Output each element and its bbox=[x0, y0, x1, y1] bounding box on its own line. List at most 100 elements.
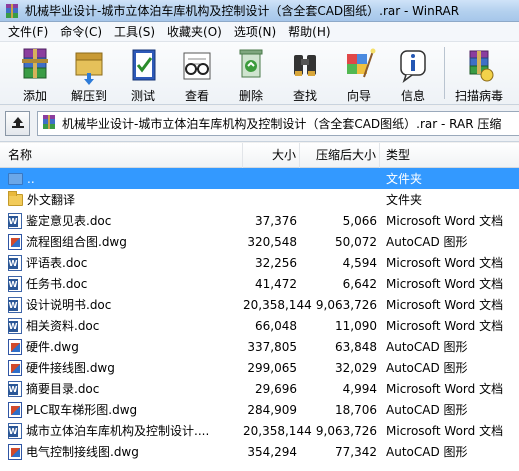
column-header-size[interactable]: 大小 bbox=[243, 143, 300, 168]
view-button-label: 查看 bbox=[184, 89, 209, 103]
word-document-icon bbox=[8, 254, 22, 271]
word-document-icon bbox=[8, 212, 22, 229]
file-row[interactable]: 设计说明书.doc 20,358,1449,063,726 Microsoft Wo… bbox=[0, 294, 519, 315]
file-type: AutoCAD 图形 bbox=[386, 340, 468, 354]
file-row[interactable]: .. 文件夹 bbox=[0, 168, 519, 189]
file-size: 320,548 bbox=[247, 234, 297, 249]
info-icon bbox=[394, 45, 432, 85]
word-document-icon bbox=[8, 422, 22, 439]
file-type: AutoCAD 图形 bbox=[386, 445, 468, 459]
file-row[interactable]: 外文翻译 文件夹 bbox=[0, 189, 519, 210]
info-button[interactable]: 信息 bbox=[390, 42, 436, 103]
autocad-drawing-icon bbox=[8, 443, 22, 460]
file-size: 41,472 bbox=[255, 276, 297, 291]
file-type: Microsoft Word 文档 bbox=[386, 277, 504, 291]
file-type: AutoCAD 图形 bbox=[386, 403, 468, 417]
extract-to-button[interactable]: 解压到 bbox=[66, 42, 112, 103]
add-button[interactable]: 添加 bbox=[12, 42, 58, 103]
extract-to-button-label: 解压到 bbox=[70, 89, 107, 103]
file-name-cell: PLC取车梯形图.dwg bbox=[0, 401, 243, 418]
file-name: 硬件.dwg bbox=[26, 340, 79, 354]
file-rows: ..文件夹外文翻译文件夹鉴定意见表.doc37,3765,066Microsof… bbox=[0, 168, 519, 462]
toolbar: 添加 解压到 测试 查看 删除 查找 向导 信息 扫描病毒 bbox=[0, 42, 519, 105]
archive-path-field[interactable]: 机械毕业设计-城市立体泊车库机构及控制设计（含全套CAD图纸）.rar - RA… bbox=[37, 111, 519, 136]
file-size: 354,294 bbox=[247, 444, 297, 459]
find-icon bbox=[286, 45, 324, 85]
file-size: 37,376 bbox=[255, 213, 297, 228]
archive-path-text: 机械毕业设计-城市立体泊车库机构及控制设计（含全套CAD图纸）.rar - RA… bbox=[62, 117, 502, 131]
file-name-cell: 电气控制接线图.dwg bbox=[0, 443, 243, 460]
word-document-icon bbox=[8, 317, 22, 334]
up-folder-button[interactable] bbox=[5, 111, 30, 136]
file-row[interactable]: 城市立体泊车库机构及控制设计.... 20,358,1449,063,726 Mic… bbox=[0, 420, 519, 441]
file-size: 20,358,144 bbox=[243, 297, 312, 312]
virus-scan-button[interactable]: 扫描病毒 bbox=[453, 42, 505, 103]
delete-button-label: 删除 bbox=[238, 89, 263, 103]
menu-help[interactable]: 帮助(H) bbox=[282, 22, 336, 42]
wizard-icon bbox=[340, 45, 378, 85]
archive-icon bbox=[41, 114, 57, 133]
file-packed-size: 5,066 bbox=[342, 213, 377, 228]
file-name: PLC取车梯形图.dwg bbox=[26, 403, 138, 417]
file-row[interactable]: 鉴定意见表.doc 37,376 5,066 Microsoft Word 文档 bbox=[0, 210, 519, 231]
folder-icon bbox=[8, 191, 23, 206]
file-name: 相关资料.doc bbox=[26, 319, 100, 333]
menu-favorites[interactable]: 收藏夹(O) bbox=[161, 22, 228, 42]
file-name-cell: 设计说明书.doc bbox=[0, 296, 243, 313]
delete-button[interactable]: 删除 bbox=[228, 42, 274, 103]
test-button[interactable]: 测试 bbox=[120, 42, 166, 103]
menu-tools[interactable]: 工具(S) bbox=[108, 22, 161, 42]
parent-folder-icon bbox=[8, 172, 23, 185]
file-name: 任务书.doc bbox=[26, 277, 88, 291]
file-name: 设计说明书.doc bbox=[26, 298, 112, 312]
file-row[interactable]: PLC取车梯形图.dwg 284,909 18,706 AutoCAD 图形 bbox=[0, 399, 519, 420]
file-type: 文件夹 bbox=[386, 193, 423, 207]
column-header-packed-size[interactable]: 压缩后大小 bbox=[300, 143, 380, 168]
menu-options[interactable]: 选项(N) bbox=[228, 22, 282, 42]
file-type: AutoCAD 图形 bbox=[386, 361, 468, 375]
test-icon bbox=[124, 45, 162, 85]
column-header-type[interactable]: 类型 bbox=[380, 143, 519, 168]
autocad-drawing-icon bbox=[8, 233, 22, 250]
file-row[interactable]: 硬件接线图.dwg 299,065 32,029 AutoCAD 图形 bbox=[0, 357, 519, 378]
file-type: Microsoft Word 文档 bbox=[386, 256, 504, 270]
file-row[interactable]: 摘要目录.doc 29,696 4,994 Microsoft Word 文档 bbox=[0, 378, 519, 399]
file-packed-size: 50,072 bbox=[335, 234, 377, 249]
file-name-cell: 鉴定意见表.doc bbox=[0, 212, 243, 229]
autocad-drawing-icon bbox=[8, 401, 22, 418]
file-packed-size: 4,994 bbox=[342, 381, 377, 396]
file-name-cell: .. bbox=[0, 172, 243, 186]
address-bar: 机械毕业设计-城市立体泊车库机构及控制设计（含全套CAD图纸）.rar - RA… bbox=[0, 106, 519, 142]
view-button[interactable]: 查看 bbox=[174, 42, 220, 103]
file-row[interactable]: 相关资料.doc 66,048 11,090 Microsoft Word 文档 bbox=[0, 315, 519, 336]
virus-scan-icon bbox=[460, 45, 498, 85]
find-button-label: 查找 bbox=[292, 89, 317, 103]
file-name: 评语表.doc bbox=[26, 256, 88, 270]
column-header-name[interactable]: 名称 bbox=[0, 143, 243, 168]
file-name-cell: 摘要目录.doc bbox=[0, 380, 243, 397]
file-size: 284,909 bbox=[247, 402, 297, 417]
extract-icon bbox=[70, 45, 108, 85]
file-size: 32,256 bbox=[255, 255, 297, 270]
file-row[interactable]: 评语表.doc 32,256 4,594 Microsoft Word 文档 bbox=[0, 252, 519, 273]
menu-file[interactable]: 文件(F) bbox=[2, 22, 54, 42]
file-row[interactable]: 硬件.dwg 337,805 63,848 AutoCAD 图形 bbox=[0, 336, 519, 357]
menu-bar: 文件(F) 命令(C) 工具(S) 收藏夹(O) 选项(N) 帮助(H) bbox=[0, 22, 519, 42]
file-row[interactable]: 流程图组合图.dwg 320,548 50,072 AutoCAD 图形 bbox=[0, 231, 519, 252]
file-row[interactable]: 任务书.doc 41,472 6,642 Microsoft Word 文档 bbox=[0, 273, 519, 294]
word-document-icon bbox=[8, 296, 22, 313]
file-type: 文件夹 bbox=[386, 172, 423, 186]
file-size: 29,696 bbox=[255, 381, 297, 396]
test-button-label: 测试 bbox=[130, 89, 155, 103]
info-button-label: 信息 bbox=[400, 89, 425, 103]
find-button[interactable]: 查找 bbox=[282, 42, 328, 103]
file-type: Microsoft Word 文档 bbox=[386, 319, 504, 333]
column-header-row: 名称 大小 压缩后大小 类型 bbox=[0, 143, 519, 168]
wizard-button[interactable]: 向导 bbox=[336, 42, 382, 103]
winrar-app-icon bbox=[4, 3, 20, 19]
file-row[interactable]: 电气控制接线图.dwg 354,294 77,342 AutoCAD 图形 bbox=[0, 441, 519, 462]
menu-commands[interactable]: 命令(C) bbox=[54, 22, 108, 42]
file-name: 摘要目录.doc bbox=[26, 382, 100, 396]
file-name-cell: 评语表.doc bbox=[0, 254, 243, 271]
file-name-cell: 外文翻译 bbox=[0, 191, 243, 208]
